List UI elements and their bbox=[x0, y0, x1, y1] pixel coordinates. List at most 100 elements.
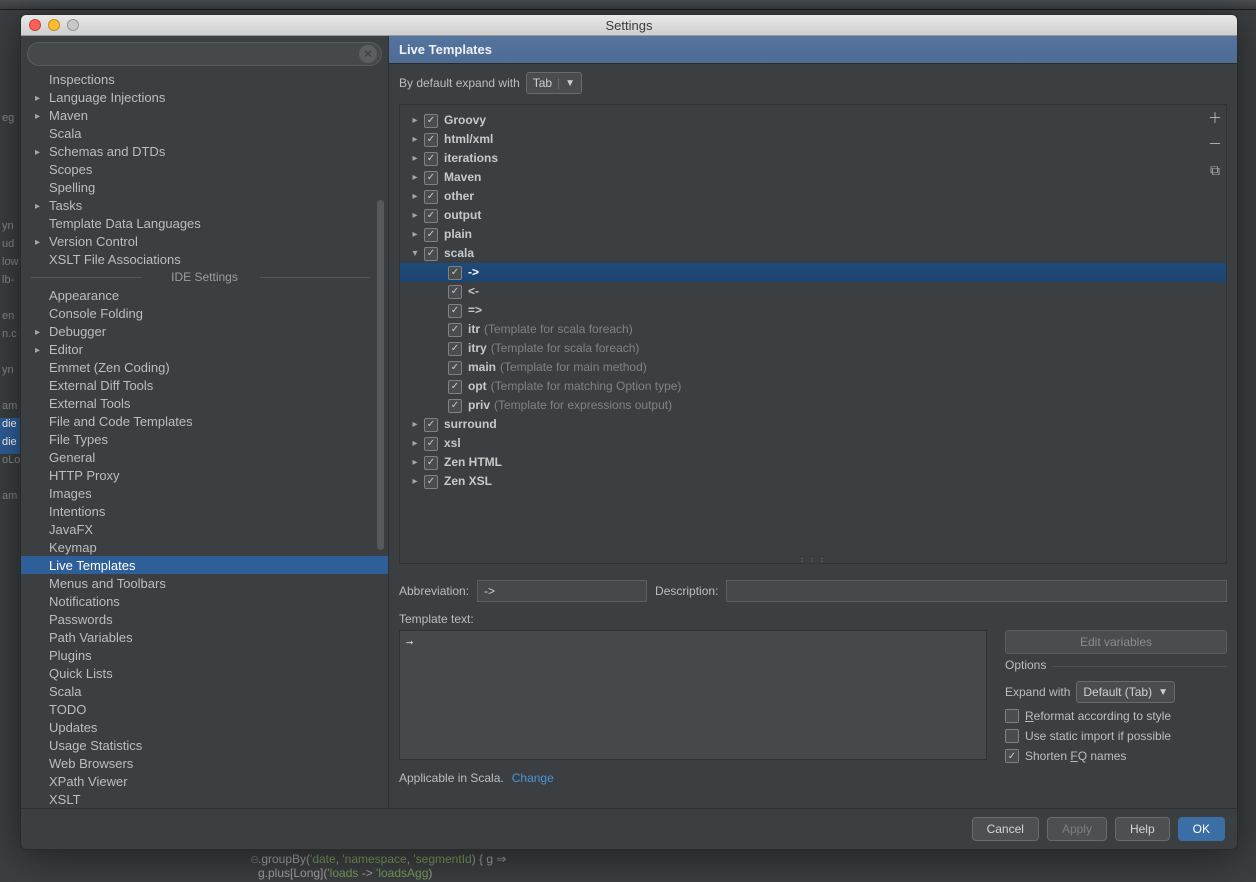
sidebar-item[interactable]: Version Control bbox=[21, 232, 388, 250]
chevron-icon[interactable] bbox=[406, 187, 424, 206]
group-checkbox[interactable] bbox=[424, 456, 438, 470]
clear-icon[interactable]: ✕ bbox=[359, 45, 377, 63]
settings-tree[interactable]: InspectionsLanguage InjectionsMaven Scala… bbox=[21, 70, 388, 808]
template-item[interactable]: itry(Template for scala foreach) bbox=[400, 339, 1226, 358]
sidebar-item[interactable]: Scopes bbox=[21, 160, 388, 178]
group-checkbox[interactable] bbox=[424, 228, 438, 242]
sidebar-item[interactable]: Schemas and DTDs bbox=[21, 142, 388, 160]
template-group[interactable]: surround bbox=[400, 415, 1226, 434]
desc-input[interactable] bbox=[726, 580, 1227, 602]
ok-button[interactable]: OK bbox=[1178, 817, 1225, 841]
template-checkbox[interactable] bbox=[448, 304, 462, 318]
chevron-icon[interactable] bbox=[406, 149, 424, 168]
group-checkbox[interactable] bbox=[424, 418, 438, 432]
sidebar-item[interactable]: HTTP Proxy bbox=[21, 466, 388, 484]
sidebar-item[interactable]: Maven bbox=[21, 106, 388, 124]
template-checkbox[interactable] bbox=[448, 323, 462, 337]
sidebar-item[interactable]: XSLT File Associations bbox=[21, 250, 388, 268]
group-checkbox[interactable] bbox=[424, 114, 438, 128]
chevron-icon[interactable] bbox=[406, 434, 424, 453]
sidebar-item[interactable]: Appearance bbox=[21, 286, 388, 304]
chevron-icon[interactable] bbox=[406, 453, 424, 472]
group-checkbox[interactable] bbox=[424, 133, 438, 147]
template-item[interactable]: => bbox=[400, 301, 1226, 320]
expand-select[interactable]: Tab▼ bbox=[526, 72, 582, 94]
static-import-checkbox[interactable] bbox=[1005, 729, 1019, 743]
sidebar-item[interactable]: XSLT bbox=[21, 790, 388, 808]
chevron-icon[interactable] bbox=[406, 415, 424, 434]
abbrev-input[interactable] bbox=[477, 580, 647, 602]
cancel-button[interactable]: Cancel bbox=[972, 817, 1039, 841]
search-input[interactable]: ✕ bbox=[27, 42, 382, 66]
copy-button[interactable]: ⧉ bbox=[1205, 160, 1225, 180]
sidebar-item[interactable]: Path Variables bbox=[21, 628, 388, 646]
group-checkbox[interactable] bbox=[424, 437, 438, 451]
sidebar-item[interactable]: External Diff Tools bbox=[21, 376, 388, 394]
template-checkbox[interactable] bbox=[448, 266, 462, 280]
template-item[interactable]: priv(Template for expressions output) bbox=[400, 396, 1226, 415]
template-group[interactable]: other bbox=[400, 187, 1226, 206]
templates-list[interactable]: Groovyhtml/xmliterationsMavenotheroutput… bbox=[399, 104, 1227, 564]
template-checkbox[interactable] bbox=[448, 361, 462, 375]
template-group[interactable]: html/xml bbox=[400, 130, 1226, 149]
chevron-icon[interactable] bbox=[406, 111, 424, 130]
chevron-icon[interactable] bbox=[406, 472, 424, 491]
template-group[interactable]: xsl bbox=[400, 434, 1226, 453]
template-group[interactable]: Groovy bbox=[400, 111, 1226, 130]
sidebar-item[interactable]: File Types bbox=[21, 430, 388, 448]
template-group[interactable]: Maven bbox=[400, 168, 1226, 187]
sidebar-item[interactable]: Menus and Toolbars bbox=[21, 574, 388, 592]
chevron-icon[interactable] bbox=[406, 225, 424, 244]
sidebar-item[interactable]: TODO bbox=[21, 700, 388, 718]
chevron-icon[interactable] bbox=[406, 168, 424, 187]
sidebar-item[interactable]: External Tools bbox=[21, 394, 388, 412]
minimize-icon[interactable] bbox=[48, 19, 60, 31]
resize-grip[interactable]: ⋮⋮⋮ bbox=[793, 557, 833, 563]
chevron-icon[interactable] bbox=[406, 130, 424, 149]
template-checkbox[interactable] bbox=[448, 399, 462, 413]
sidebar-item[interactable]: Inspections bbox=[21, 70, 388, 88]
sidebar-item[interactable]: Intentions bbox=[21, 502, 388, 520]
group-checkbox[interactable] bbox=[424, 171, 438, 185]
sidebar-item[interactable]: Scala bbox=[21, 682, 388, 700]
template-item[interactable]: main(Template for main method) bbox=[400, 358, 1226, 377]
remove-button[interactable]: － bbox=[1205, 134, 1225, 154]
sidebar-item[interactable]: Debugger bbox=[21, 322, 388, 340]
template-group[interactable]: scala bbox=[400, 244, 1226, 263]
group-checkbox[interactable] bbox=[424, 190, 438, 204]
template-group[interactable]: Zen XSL bbox=[400, 472, 1226, 491]
template-item[interactable]: -> bbox=[400, 263, 1226, 282]
sidebar-item[interactable]: Template Data Languages bbox=[21, 214, 388, 232]
sidebar-item[interactable]: Keymap bbox=[21, 538, 388, 556]
sidebar-item[interactable]: Images bbox=[21, 484, 388, 502]
template-group[interactable]: iterations bbox=[400, 149, 1226, 168]
sidebar-item[interactable]: Updates bbox=[21, 718, 388, 736]
sidebar-item[interactable]: Language Injections bbox=[21, 88, 388, 106]
help-button[interactable]: Help bbox=[1115, 817, 1170, 841]
template-item[interactable]: <- bbox=[400, 282, 1226, 301]
titlebar[interactable]: Settings bbox=[21, 15, 1237, 36]
template-group[interactable]: plain bbox=[400, 225, 1226, 244]
sidebar-item[interactable]: Plugins bbox=[21, 646, 388, 664]
template-group[interactable]: output bbox=[400, 206, 1226, 225]
sidebar-item[interactable]: Live Templates bbox=[21, 556, 388, 574]
group-checkbox[interactable] bbox=[424, 152, 438, 166]
group-checkbox[interactable] bbox=[424, 475, 438, 489]
sidebar-item[interactable]: Console Folding bbox=[21, 304, 388, 322]
shorten-fq-checkbox[interactable] bbox=[1005, 749, 1019, 763]
sidebar-item[interactable]: Passwords bbox=[21, 610, 388, 628]
change-link[interactable]: Change bbox=[512, 771, 554, 785]
chevron-icon[interactable] bbox=[406, 244, 424, 263]
template-checkbox[interactable] bbox=[448, 342, 462, 356]
chevron-icon[interactable] bbox=[406, 206, 424, 225]
group-checkbox[interactable] bbox=[424, 247, 438, 261]
close-icon[interactable] bbox=[29, 19, 41, 31]
sidebar-item[interactable]: Web Browsers bbox=[21, 754, 388, 772]
group-checkbox[interactable] bbox=[424, 209, 438, 223]
sidebar-item[interactable]: Quick Lists bbox=[21, 664, 388, 682]
sidebar-item[interactable]: Editor bbox=[21, 340, 388, 358]
template-checkbox[interactable] bbox=[448, 285, 462, 299]
sidebar-item[interactable]: File and Code Templates bbox=[21, 412, 388, 430]
sidebar-item[interactable]: Notifications bbox=[21, 592, 388, 610]
reformat-checkbox[interactable] bbox=[1005, 709, 1019, 723]
